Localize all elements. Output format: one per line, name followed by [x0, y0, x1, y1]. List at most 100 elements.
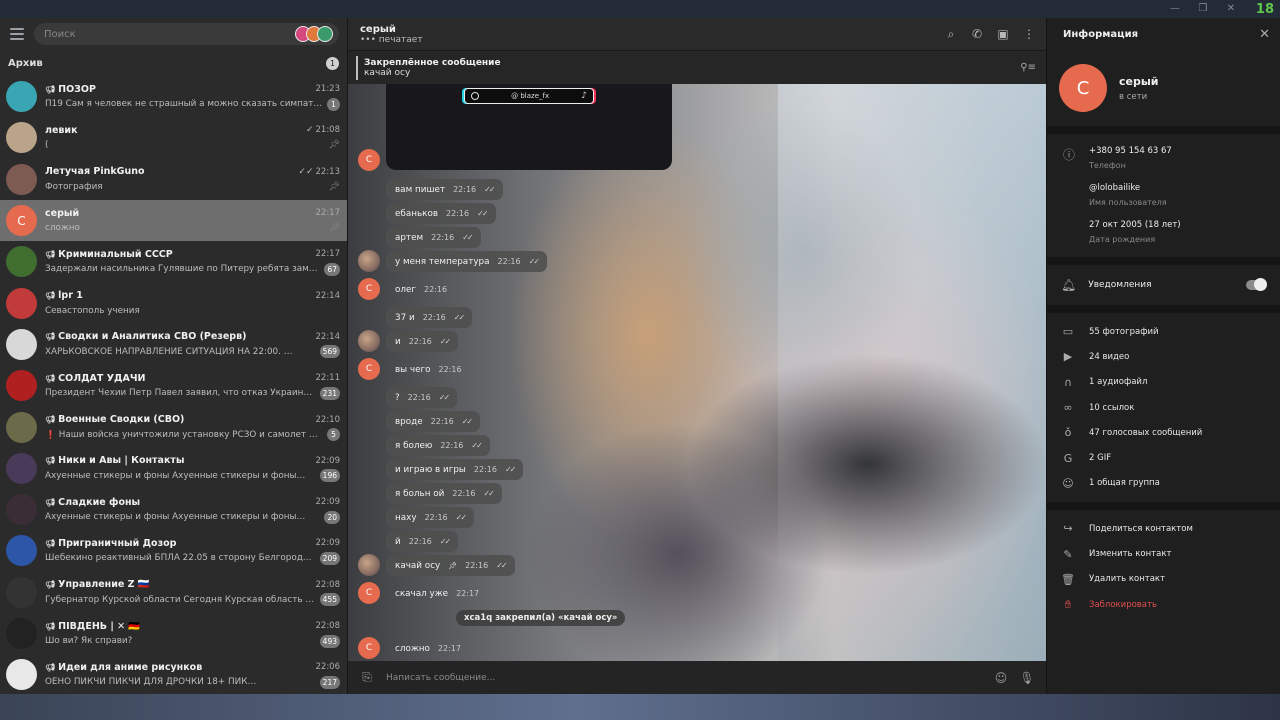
chat-list-item[interactable]: 📢︎ Приграничный Дозор 22:09 Шебекино реакти…: [0, 530, 347, 571]
notifications-row[interactable]: 🔔︎ Уведомления: [1047, 265, 1280, 305]
phone-row[interactable]: ⓘ +380 95 154 63 67 Телефон: [1047, 142, 1280, 179]
attach-icon[interactable]: ⎘: [360, 670, 374, 685]
username-row[interactable]: @lolobailike Имя пользователя: [1047, 179, 1280, 216]
chat-list-item[interactable]: Ссерый 22:17 сложно 📌︎: [0, 199, 347, 242]
message-input[interactable]: Написать сообщение...: [386, 673, 982, 683]
chat-time-text: 22:13: [315, 166, 341, 177]
message-bubble[interactable]: у меня температура 22:16 ✓✓: [386, 251, 547, 272]
message-avatar[interactable]: [358, 250, 380, 272]
message-time: 22:16: [408, 337, 432, 346]
media-row[interactable]: ▭ 55 фотографий: [1047, 319, 1280, 344]
close-icon[interactable]: ✕: [1259, 27, 1270, 42]
stories-avatars[interactable]: [295, 26, 333, 42]
message-bubble[interactable]: и 22:16 ✓✓: [386, 331, 459, 352]
archive-row[interactable]: Архив 1: [0, 50, 347, 76]
story-avatar-icon[interactable]: [317, 26, 333, 42]
chat-list-item[interactable]: 📢︎ Управление Z 🇷🇺 22:08 Губернатор Курской…: [0, 572, 347, 613]
channel-icon: 📢︎: [45, 415, 56, 425]
message-avatar[interactable]: С: [358, 278, 380, 300]
birthday-row[interactable]: 27 окт 2005 (18 лет) Дата рождения: [1047, 216, 1280, 253]
chat-list-item[interactable]: 📢︎ ПІВДЕНЬ | ✕ 🇩🇪 22:08 Шо ви? Як справи? 49…: [0, 613, 347, 654]
chat-list-item[interactable]: 📢︎ Криминальный СССР 22:17 Задержали насиль…: [0, 241, 347, 282]
search-icon[interactable]: ⌕: [944, 27, 958, 41]
chat-time-text: 22:17: [315, 208, 341, 219]
message-bubble[interactable]: 37 и 22:16 ✓✓: [386, 307, 473, 328]
chat-avatar: [6, 535, 37, 567]
sidebar-toggle-icon[interactable]: ▣: [996, 27, 1010, 41]
action-row[interactable]: ↪ Поделиться контактом: [1047, 516, 1280, 541]
notifications-toggle[interactable]: [1246, 278, 1267, 291]
chat-list-item[interactable]: 📢︎ Идеи для аниме рисунков 22:06 ОЕНО ПИКЧИ…: [0, 654, 347, 695]
message-bubble[interactable]: скачал уже 22:17: [386, 583, 488, 604]
message-bubble[interactable]: я болею 22:16 ✓✓: [386, 435, 490, 456]
chat-name: 📢︎ Ники и Авы | Контакты: [45, 455, 185, 466]
message-avatar[interactable]: [358, 330, 380, 352]
menu-icon[interactable]: [10, 28, 24, 40]
notifications-label: Уведомления: [1088, 280, 1152, 290]
pinned-list-icon[interactable]: ⚲≡: [1020, 62, 1036, 73]
media-row[interactable]: ▶ 24 видео: [1047, 344, 1280, 369]
message-bubble[interactable]: ебаньков 22:16 ✓✓: [386, 203, 496, 224]
media-row[interactable]: G 2 GIF: [1047, 445, 1280, 470]
phone-icon[interactable]: ✆: [970, 27, 984, 41]
chat-time: ✓✓ 22:13: [298, 167, 340, 177]
media-row[interactable]: ☺ 1 общая группа: [1047, 471, 1280, 496]
message-text: вы чего: [395, 364, 431, 375]
message-bubble[interactable]: наху 22:16 ✓✓: [386, 507, 475, 528]
chat-list-item[interactable]: левик ✓ 21:08 (📌︎: [0, 117, 347, 158]
peer-info[interactable]: серый ••• печатает: [360, 24, 423, 45]
action-row[interactable]: 🗑︎ Удалить контакт: [1047, 567, 1280, 592]
message-time: 22:16: [440, 441, 464, 450]
message-bubble[interactable]: сложно 22:17: [386, 638, 470, 659]
action-row[interactable]: ✎ Изменить контакт: [1047, 541, 1280, 566]
media-row[interactable]: ∩ 1 аудиофайл: [1047, 370, 1280, 395]
emoji-icon[interactable]: ☺: [994, 671, 1008, 685]
media-row[interactable]: ǒ 47 голосовых сообщений: [1047, 420, 1280, 445]
message-bubble[interactable]: я больн ой 22:16 ✓✓: [386, 483, 502, 504]
message-bubble[interactable]: качай осу 📌︎ 22:16 ✓✓: [386, 555, 515, 576]
chat-preview: Задержали насильника Гулявшие по Питеру …: [45, 264, 321, 275]
message-bubble[interactable]: ? 22:16 ✓✓: [386, 387, 458, 408]
chat-list-item[interactable]: 📢︎ Сладкие фоны 22:09 Ахуенные стикеры и фо…: [0, 489, 347, 530]
chat-name-text: Сводки и Аналитика СВО (Резерв): [58, 331, 247, 343]
message-avatar[interactable]: [358, 554, 380, 576]
chat-list-item[interactable]: 📢︎ lpr 1 22:14 Севастополь учения: [0, 282, 347, 323]
message-bubble[interactable]: вам пишет 22:16 ✓✓: [386, 179, 503, 200]
minimize-icon[interactable]: —: [1168, 3, 1182, 15]
pinned-message-bar[interactable]: Закреплённое сообщение качай осу ⚲≡: [348, 50, 1046, 84]
chat-avatar: [6, 494, 37, 526]
chat-time: 22:14: [316, 332, 341, 342]
chat-body: 📢︎ Криминальный СССР 22:17 Задержали насиль…: [45, 247, 340, 277]
chat-bottom-row: ХАРЬКОВСКОЕ НАПРАВЛЕНИЕ СИТУАЦИЯ НА 22:0…: [45, 344, 340, 359]
media-row[interactable]: ∞ 10 ссылок: [1047, 395, 1280, 420]
message-avatar[interactable]: С: [358, 358, 380, 380]
unread-badge: 1: [327, 97, 340, 111]
message-bubble[interactable]: и играю в игры 22:16 ✓✓: [386, 459, 524, 480]
message-bubble[interactable]: вы чего 22:16: [386, 359, 471, 380]
channel-icon: 📢︎: [45, 373, 56, 383]
chat-list-item[interactable]: 📢︎ Ники и Авы | Контакты 22:09 Ахуенные сти…: [0, 448, 347, 489]
message-bubble[interactable]: й 22:16 ✓✓: [386, 531, 459, 552]
chat-list-item[interactable]: 📢︎ СОЛДАТ УДАЧИ 22:11 Президент Чехии Петр …: [0, 365, 347, 406]
restore-icon[interactable]: ❐: [1196, 3, 1210, 15]
profile-avatar[interactable]: С: [1059, 64, 1107, 112]
message-bubble[interactable]: вроде 22:16 ✓✓: [386, 411, 481, 432]
chat-avatar: [6, 452, 37, 484]
message-avatar[interactable]: С: [358, 637, 380, 659]
more-icon[interactable]: ⋮: [1022, 27, 1036, 41]
unread-badge: 67: [324, 262, 340, 276]
search-input[interactable]: Поиск: [34, 23, 339, 45]
chat-list-item[interactable]: 📢︎ Военные Сводки (СВО) 22:10 ❗ Наши войска…: [0, 406, 347, 447]
chat-list-item[interactable]: 📢︎ ПОЗОР 21:23 П19 Сам я человек не страшны…: [0, 76, 347, 117]
chat-list-item[interactable]: 📢︎ Сводки и Аналитика СВО (Резерв) 22:14 ХА…: [0, 324, 347, 365]
action-row[interactable]: ✋︎ Заблокировать: [1047, 592, 1280, 617]
message-avatar[interactable]: С: [358, 582, 380, 604]
message-text: и: [395, 336, 401, 347]
chat-list-item[interactable]: Летучая PinkGuno ✓✓ 22:13 Фотография 📌︎: [0, 159, 347, 200]
close-window-icon[interactable]: ✕: [1224, 3, 1238, 15]
message-bubble[interactable]: олег 22:16: [386, 279, 456, 300]
microphone-icon[interactable]: 🎙︎: [1019, 671, 1034, 685]
message-avatar[interactable]: С: [358, 149, 380, 171]
media-label: 55 фотографий: [1089, 326, 1159, 337]
message-bubble[interactable]: артем 22:16 ✓✓: [386, 227, 481, 248]
